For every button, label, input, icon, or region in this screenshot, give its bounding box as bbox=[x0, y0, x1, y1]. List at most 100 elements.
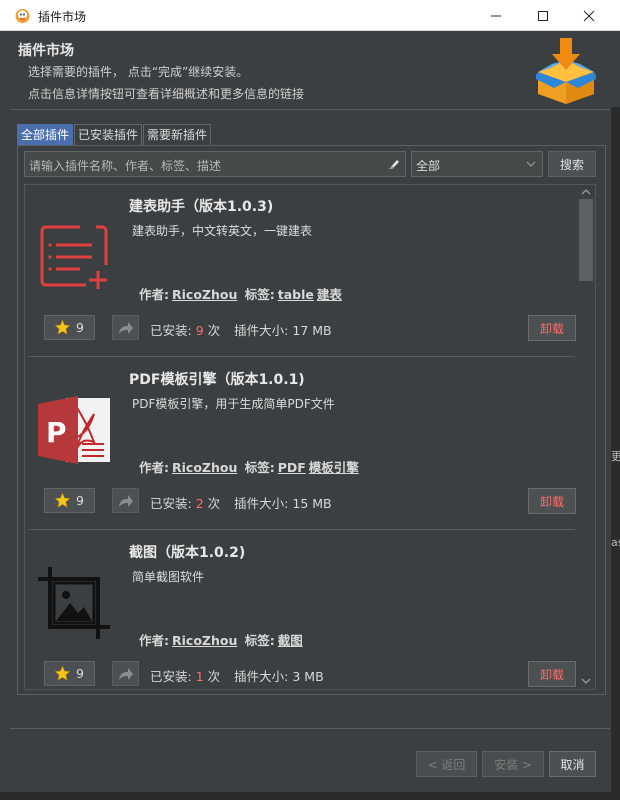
tab-update-plugins[interactable]: 需要新插件 bbox=[143, 124, 212, 145]
cancel-button[interactable]: 取消 bbox=[549, 751, 596, 777]
author-label: 作者: bbox=[139, 287, 169, 302]
installed-label: 已安装: bbox=[150, 323, 192, 338]
maximize-icon bbox=[538, 10, 548, 21]
install-stats: 已安装: 1 次 插件大小: 3 MB bbox=[150, 666, 324, 685]
plugin-size: 3 MB bbox=[292, 669, 324, 684]
star-icon bbox=[55, 320, 71, 335]
size-label: 插件大小: bbox=[234, 323, 289, 338]
star-icon bbox=[55, 493, 71, 508]
search-placeholder: 请输入插件名称、作者、标签、描述 bbox=[29, 159, 222, 173]
list-add-icon bbox=[40, 225, 108, 289]
tags-label: 标签: bbox=[244, 633, 275, 648]
window-title: 插件市场 bbox=[38, 10, 87, 24]
search-input[interactable]: 请输入插件名称、作者、标签、描述 bbox=[24, 151, 406, 177]
back-button[interactable]: < 返回 bbox=[416, 751, 477, 777]
install-count: 9 bbox=[195, 323, 204, 338]
background-text: 更 bbox=[611, 450, 620, 463]
chevron-up-icon[interactable] bbox=[580, 187, 592, 197]
author-link[interactable]: RicoZhou bbox=[172, 633, 237, 648]
maximize-button[interactable] bbox=[520, 0, 566, 31]
install-stats: 已安装: 2 次 插件大小: 15 MB bbox=[150, 493, 332, 512]
size-label: 插件大小: bbox=[234, 496, 289, 511]
header-instruction-2: 点击信息详情按钮可查看详细概述和更多信息的链接 bbox=[28, 87, 305, 101]
star-count: 9 bbox=[76, 666, 84, 681]
list-item: 截图（版本1.0.2) 简单截图软件 作者: RicoZhou 标签: 截图 9 已… bbox=[25, 531, 576, 689]
minimize-icon bbox=[491, 15, 501, 16]
list-item: 建表助手（版本1.0.3) 建表助手，中文转英文，一键建表 作者: RicoZho… bbox=[25, 185, 576, 357]
tab-bar: 全部插件 已安装插件 需要新插件 bbox=[17, 124, 212, 145]
star-icon bbox=[55, 666, 71, 681]
plugin-description: 简单截图软件 bbox=[132, 570, 205, 584]
list-scrollbar[interactable] bbox=[576, 184, 596, 690]
installed-label: 已安装: bbox=[150, 669, 192, 684]
share-arrow-icon bbox=[118, 321, 133, 334]
plugin-size: 15 MB bbox=[292, 496, 332, 511]
list-item: P PDF模板引擎（版本1.0.1) PDF模板引擎，用于生成简单PDF文件 作… bbox=[25, 358, 576, 530]
plugin-title: PDF模板引擎（版本1.0.1) bbox=[129, 372, 305, 388]
close-icon bbox=[583, 10, 595, 21]
share-arrow-icon bbox=[118, 494, 133, 507]
tags-label: 标签: bbox=[244, 460, 275, 475]
tag-link[interactable]: table bbox=[278, 287, 314, 302]
author-label: 作者: bbox=[139, 633, 169, 648]
installed-label: 已安装: bbox=[150, 496, 192, 511]
uninstall-button[interactable]: 卸载 bbox=[528, 315, 576, 341]
item-divider bbox=[29, 356, 575, 357]
search-button[interactable]: 搜索 bbox=[548, 151, 596, 177]
author-label: 作者: bbox=[139, 460, 169, 475]
star-button[interactable]: 9 bbox=[44, 661, 95, 686]
plugin-meta: 作者: RicoZhou 标签: 截图 bbox=[139, 630, 306, 649]
tag-link[interactable]: 建表 bbox=[317, 287, 342, 302]
tag-link[interactable]: 截图 bbox=[278, 633, 303, 648]
close-button[interactable] bbox=[566, 0, 612, 31]
minimize-button[interactable] bbox=[473, 0, 519, 31]
chevron-down-icon[interactable] bbox=[580, 676, 592, 686]
plugin-list: 建表助手（版本1.0.3) 建表助手，中文转英文，一键建表 作者: RicoZho… bbox=[24, 184, 576, 690]
times-unit: 次 bbox=[207, 496, 221, 511]
author-link[interactable]: RicoZhou bbox=[172, 287, 237, 302]
share-button[interactable] bbox=[112, 488, 139, 513]
author-link[interactable]: RicoZhou bbox=[172, 460, 237, 475]
tags-label: 标签: bbox=[244, 287, 275, 302]
svg-text:P: P bbox=[46, 416, 67, 449]
item-divider bbox=[29, 529, 575, 530]
tag-link[interactable]: PDF bbox=[278, 460, 306, 475]
category-select[interactable]: 全部 bbox=[411, 151, 543, 177]
plugin-description: PDF模板引擎，用于生成简单PDF文件 bbox=[132, 397, 335, 411]
install-count: 2 bbox=[195, 496, 204, 511]
size-label: 插件大小: bbox=[234, 669, 289, 684]
plugin-title: 建表助手（版本1.0.3) bbox=[129, 199, 274, 215]
plugin-meta: 作者: RicoZhou 标签: PDF 模板引擎 bbox=[139, 457, 362, 476]
page-title: 插件市场 bbox=[18, 43, 74, 59]
uninstall-button[interactable]: 卸载 bbox=[528, 488, 576, 514]
plugin-description: 建表助手，中文转英文，一键建表 bbox=[132, 224, 313, 238]
share-button[interactable] bbox=[112, 315, 139, 340]
star-count: 9 bbox=[76, 493, 84, 508]
install-button[interactable]: 安装 > bbox=[482, 751, 544, 777]
crop-image-icon bbox=[38, 567, 110, 639]
share-button[interactable] bbox=[112, 661, 139, 686]
background-text: as bbox=[611, 536, 620, 549]
header-instruction-1: 选择需要的插件， 点击“完成”继续安装。 bbox=[28, 65, 249, 79]
star-count: 9 bbox=[76, 320, 84, 335]
app-icon bbox=[15, 9, 30, 23]
window-titlebar[interactable]: 插件市场 bbox=[0, 0, 620, 31]
install-stats: 已安装: 9 次 插件大小: 17 MB bbox=[150, 320, 332, 339]
category-value: 全部 bbox=[416, 159, 441, 173]
times-unit: 次 bbox=[207, 323, 221, 338]
tab-all-plugins[interactable]: 全部插件 bbox=[17, 124, 74, 145]
uninstall-button[interactable]: 卸载 bbox=[528, 661, 576, 687]
share-arrow-icon bbox=[118, 667, 133, 680]
tag-link[interactable]: 模板引擎 bbox=[309, 460, 359, 475]
star-button[interactable]: 9 bbox=[44, 488, 95, 513]
plugin-size: 17 MB bbox=[292, 323, 332, 338]
footer-divider bbox=[10, 728, 610, 729]
background-window-edge bbox=[0, 792, 620, 800]
times-unit: 次 bbox=[207, 669, 221, 684]
scrollbar-thumb[interactable] bbox=[579, 199, 593, 281]
star-button[interactable]: 9 bbox=[44, 315, 95, 340]
tab-installed-plugins[interactable]: 已安装插件 bbox=[74, 124, 143, 145]
wizard-header: 插件市场 选择需要的插件， 点击“完成”继续安装。 点击信息详情按钮可查看详细概… bbox=[0, 31, 620, 107]
eraser-icon[interactable] bbox=[386, 157, 400, 171]
install-count: 1 bbox=[195, 669, 204, 684]
